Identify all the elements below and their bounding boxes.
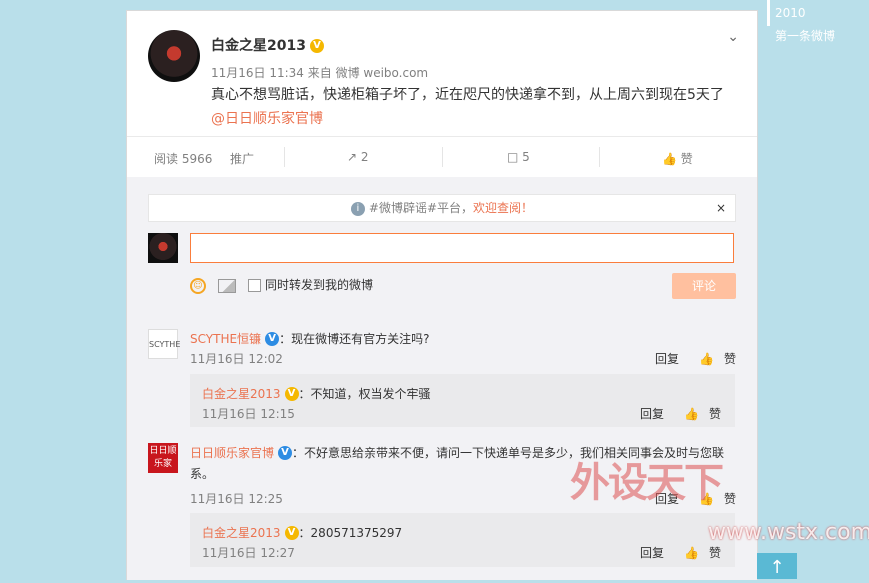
reply-button[interactable]: 回复 <box>655 352 679 366</box>
thumb-up-icon: 👍 <box>684 546 699 560</box>
notice-text: #微博辟谣#平台， <box>368 201 474 215</box>
reply-text: ：280571375297 <box>298 526 403 540</box>
divider <box>599 147 600 167</box>
brand-logo-line1: 日日顺 <box>149 446 177 456</box>
comment-input[interactable] <box>190 233 734 263</box>
comment-time: 11月16日 12:02 <box>190 352 283 366</box>
notice-link[interactable]: 欢迎查阅！ <box>473 201 533 215</box>
comment-actions: 回复 👍 赞 <box>645 490 736 507</box>
reply-like-button[interactable]: 👍 赞 <box>674 407 721 421</box>
thumb-up-icon: 👍 <box>699 352 714 366</box>
timeline-bar <box>767 0 770 26</box>
like-button[interactable]: 👍 赞 <box>662 150 693 167</box>
thumb-up-icon: 👍 <box>684 407 699 421</box>
commenter-name[interactable]: 日日顺乐家官博 <box>190 446 274 460</box>
verified-badge-icon: V <box>309 39 324 53</box>
divider <box>442 147 443 167</box>
reply-author[interactable]: 白金之星2013 <box>202 526 281 540</box>
comment-tools: ☺ 同时转发到我的微博 <box>190 276 373 294</box>
verified-badge-icon: V <box>284 386 299 401</box>
comment-like-button[interactable]: 👍 赞 <box>689 492 736 506</box>
author-name-text[interactable]: 白金之星2013 <box>211 38 306 54</box>
comment-like-button[interactable]: 👍 赞 <box>689 352 736 366</box>
back-to-top-button[interactable]: ↑ <box>757 553 797 579</box>
reply-author[interactable]: 白金之星2013 <box>202 387 281 401</box>
share-icon: ↗ <box>347 150 358 164</box>
promote-button[interactable]: 推广 <box>230 150 254 167</box>
post-text: 真心不想骂脏话，快递柜箱子坏了，近在咫尺的快递拿不到，从上周六到现在5天了 @日… <box>211 83 731 131</box>
timeline-year[interactable]: 2010 <box>775 6 806 20</box>
commenter-avatar[interactable]: SCYTHE <box>148 329 180 359</box>
image-icon[interactable] <box>218 278 236 293</box>
comment-time: 11月16日 12:25 <box>190 492 283 506</box>
reply-box: 白金之星2013 V ：280571375297 11月16日 12:27 回复 👍 赞 <box>190 513 735 567</box>
reply-button[interactable]: 回复 <box>640 546 664 560</box>
info-icon: i <box>350 201 365 216</box>
reply-time: 11月16日 12:15 <box>202 407 295 421</box>
repost-button[interactable]: ↗ 2 <box>347 150 369 164</box>
comment-area: i #微博辟谣#平台，欢迎查阅！ × ☺ 同时转发到我的微博 评论 SCYTHE S… <box>127 177 757 580</box>
rumor-notice: i #微博辟谣#平台，欢迎查阅！ × <box>148 194 736 222</box>
weibo-post-card: 白金之星2013 V ⌄ 11月16日 11:34 来自 微博 weibo.com… <box>126 10 758 580</box>
comment-line: SCYTHE恒镰 V ：现在微博还有官方关注吗? <box>190 328 429 347</box>
reply-button[interactable]: 回复 <box>655 492 679 506</box>
thumb-up-icon: 👍 <box>699 492 714 506</box>
repost-checkbox-label: 同时转发到我的微博 <box>265 278 374 292</box>
divider <box>284 147 285 167</box>
comment-actions: 回复 👍 赞 <box>645 350 736 367</box>
comment-text: ：现在微博还有官方关注吗? <box>279 332 430 346</box>
brand-logo-line2: 乐家 <box>153 459 172 469</box>
author-name[interactable]: 白金之星2013 V <box>211 35 324 55</box>
reply-box: 白金之星2013 V ：不知道，权当发个牢骚 11月16日 12:15 回复 👍 赞 <box>190 374 735 427</box>
read-count: 阅读 5966 <box>154 152 213 166</box>
verified-badge-icon: V <box>284 525 299 540</box>
submit-comment-button[interactable]: 评论 <box>672 273 736 299</box>
author-avatar[interactable] <box>148 30 200 82</box>
reply-time: 11月16日 12:27 <box>202 546 295 560</box>
action-bar: 阅读 5966 推广 ↗ 2 □ 5 👍 赞 <box>127 136 757 177</box>
comment-line: 日日顺乐家官博 V ：不好意思给亲带来不便，请问一下快递单号是多少，我们相关同事会及… <box>190 442 735 484</box>
reply-button[interactable]: 回复 <box>640 407 664 421</box>
verified-badge-icon: V <box>265 331 280 346</box>
close-icon[interactable]: × <box>716 195 726 221</box>
reply-actions: 回复 👍 赞 <box>630 405 721 422</box>
repost-checkbox[interactable] <box>248 279 261 292</box>
reply-line: 白金之星2013 V ：不知道，权当发个牢骚 <box>202 383 431 402</box>
reply-like-label: 赞 <box>708 407 721 421</box>
reply-line: 白金之星2013 V ：280571375297 <box>202 522 402 541</box>
emoji-icon[interactable]: ☺ <box>190 277 206 294</box>
post-meta: 11月16日 11:34 来自 微博 weibo.com <box>211 66 429 80</box>
comment-like-label: 赞 <box>723 352 736 366</box>
mention-link[interactable]: @日日顺乐家官博 <box>211 111 323 127</box>
verified-badge-icon: V <box>278 445 293 460</box>
reply-like-button[interactable]: 👍 赞 <box>674 546 721 560</box>
comment-like-label: 赞 <box>723 492 736 506</box>
post-body: 真心不想骂脏话，快递柜箱子坏了，近在咫尺的快递拿不到，从上周六到现在5天了 <box>211 87 724 103</box>
repost-count: 2 <box>360 150 369 164</box>
arrow-up-icon: ↑ <box>769 557 785 578</box>
comment-count: 5 <box>522 150 530 164</box>
like-label: 赞 <box>680 152 693 166</box>
timeline-first-post[interactable]: 第一条微博 <box>775 27 835 44</box>
commenter-name[interactable]: SCYTHE恒镰 <box>190 332 261 346</box>
comment-icon: □ <box>507 150 519 164</box>
comment-button[interactable]: □ 5 <box>507 150 530 164</box>
reply-text: ：不知道，权当发个牢骚 <box>298 387 431 401</box>
reply-actions: 回复 👍 赞 <box>630 544 721 561</box>
thumb-up-icon: 👍 <box>662 152 677 166</box>
chevron-down-icon[interactable]: ⌄ <box>727 29 739 45</box>
my-avatar <box>148 233 178 263</box>
brand-avatar[interactable]: 日日顺 乐家 <box>148 443 178 473</box>
reply-like-label: 赞 <box>708 546 721 560</box>
